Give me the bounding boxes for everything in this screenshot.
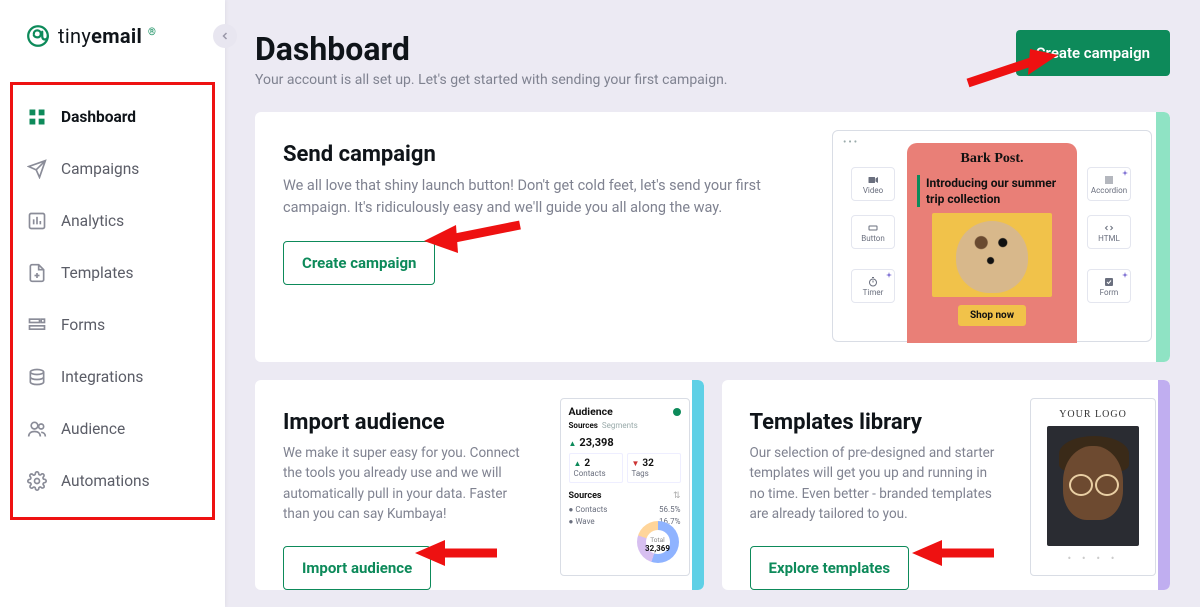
nav-label: Dashboard: [61, 108, 136, 126]
brand-name: tinyemail: [58, 24, 142, 48]
stat-tags: ▼32Tags: [627, 453, 681, 483]
sidebar-item-audience[interactable]: Audience: [13, 403, 212, 455]
import-audience-card: Import audience We make it super easy fo…: [255, 380, 704, 590]
nav-list: Dashboard Campaigns Analytics Templates …: [10, 82, 215, 520]
card-accent: [1156, 112, 1170, 362]
stack-icon: [27, 367, 47, 387]
sidebar-item-campaigns[interactable]: Campaigns: [13, 143, 212, 195]
gear-icon: [27, 471, 47, 491]
grid-icon: [27, 107, 47, 127]
registered-mark: ®: [148, 27, 156, 38]
template-preview: YOUR LOGO • • • •: [1030, 398, 1156, 576]
html-icon: [1102, 222, 1116, 234]
stat-contacts: ▲2Contacts: [569, 453, 623, 483]
logo-icon: [24, 22, 52, 50]
preview-headline: Introducing our summer trip collection: [917, 175, 1067, 207]
card-description: We make it super easy for you. Connect t…: [283, 443, 533, 524]
timer-icon: [866, 276, 880, 288]
block-chip-accordion: Accordion: [1087, 167, 1131, 201]
sidebar: tinyemail ® Dashboard Campaigns Analytic…: [0, 0, 225, 607]
card-accent: [692, 380, 704, 590]
window-dots-icon: •••: [843, 137, 859, 148]
file-plus-icon: [27, 263, 47, 283]
block-chip-button: Button: [851, 215, 895, 249]
preview-sources-header: Sources⇅: [569, 491, 681, 501]
video-icon: [866, 174, 880, 186]
sidebar-item-analytics[interactable]: Analytics: [13, 195, 212, 247]
preview-panel-title: Audience: [569, 405, 613, 418]
status-dot-icon: [673, 408, 681, 416]
page-title: Dashboard: [255, 30, 728, 68]
main-content: Dashboard Your account is all set up. Le…: [225, 0, 1200, 607]
block-chip-timer: Timer: [851, 269, 895, 303]
send-icon: [27, 159, 47, 179]
donut-total: Total32,369: [639, 536, 677, 553]
nav-label: Automations: [61, 472, 150, 490]
templates-library-card: Templates library Our selection of pre-d…: [722, 380, 1171, 590]
preview-image: [932, 213, 1052, 297]
preview-tabs: Sources Segments: [569, 421, 681, 430]
block-chip-html: HTML: [1087, 215, 1131, 249]
users-icon: [27, 419, 47, 439]
sidebar-item-dashboard[interactable]: Dashboard: [13, 91, 212, 143]
template-image: [1047, 426, 1139, 546]
card-title: Send campaign: [283, 142, 803, 167]
sidebar-item-forms[interactable]: Forms: [13, 299, 212, 351]
create-campaign-button[interactable]: Create campaign: [1016, 30, 1170, 76]
nav-label: Forms: [61, 316, 105, 334]
preview-total: ▲23,398: [569, 436, 681, 449]
block-chip-form: Form: [1087, 269, 1131, 303]
brand-logo: tinyemail ®: [0, 0, 225, 58]
nav-label: Audience: [61, 420, 125, 438]
sidebar-item-automations[interactable]: Automations: [13, 455, 212, 507]
nav-label: Analytics: [61, 212, 124, 230]
import-audience-button[interactable]: Import audience: [283, 546, 431, 590]
email-editor-preview: ••• Bark Post. Introducing our summer tr…: [832, 130, 1152, 342]
page-subtitle: Your account is all set up. Let's get st…: [255, 72, 728, 88]
carousel-dots-icon: • • • •: [1031, 552, 1155, 565]
accordion-icon: [1102, 174, 1116, 186]
bar-chart-icon: [27, 211, 47, 231]
sidebar-item-integrations[interactable]: Integrations: [13, 351, 212, 403]
sidebar-item-templates[interactable]: Templates: [13, 247, 212, 299]
form-check-icon: [1102, 276, 1116, 288]
nav-label: Templates: [61, 264, 134, 282]
card-accent: [1158, 380, 1170, 590]
email-mockup: Bark Post. Introducing our summer trip c…: [907, 143, 1077, 343]
block-chip-video: Video: [851, 167, 895, 201]
card-description: Our selection of pre-designed and starte…: [750, 443, 1000, 524]
preview-cta: Shop now: [958, 305, 1026, 326]
page-header: Dashboard Your account is all set up. Le…: [255, 30, 1170, 88]
send-campaign-card: Send campaign We all love that shiny lau…: [255, 112, 1170, 362]
button-icon: [866, 222, 880, 234]
nav-label: Campaigns: [61, 160, 139, 178]
nav-label: Integrations: [61, 368, 143, 386]
card-description: We all love that shiny launch button! Do…: [283, 175, 763, 219]
explore-templates-button[interactable]: Explore templates: [750, 546, 910, 590]
preview-brand: Bark Post.: [907, 151, 1077, 167]
form-icon: [27, 315, 47, 335]
source-row: ● Contacts56.5%: [569, 505, 681, 514]
template-logo-placeholder: YOUR LOGO: [1031, 399, 1155, 426]
audience-preview: Audience Sources Segments ▲23,398 ▲2Cont…: [560, 398, 690, 576]
create-campaign-outline-button[interactable]: Create campaign: [283, 241, 435, 285]
